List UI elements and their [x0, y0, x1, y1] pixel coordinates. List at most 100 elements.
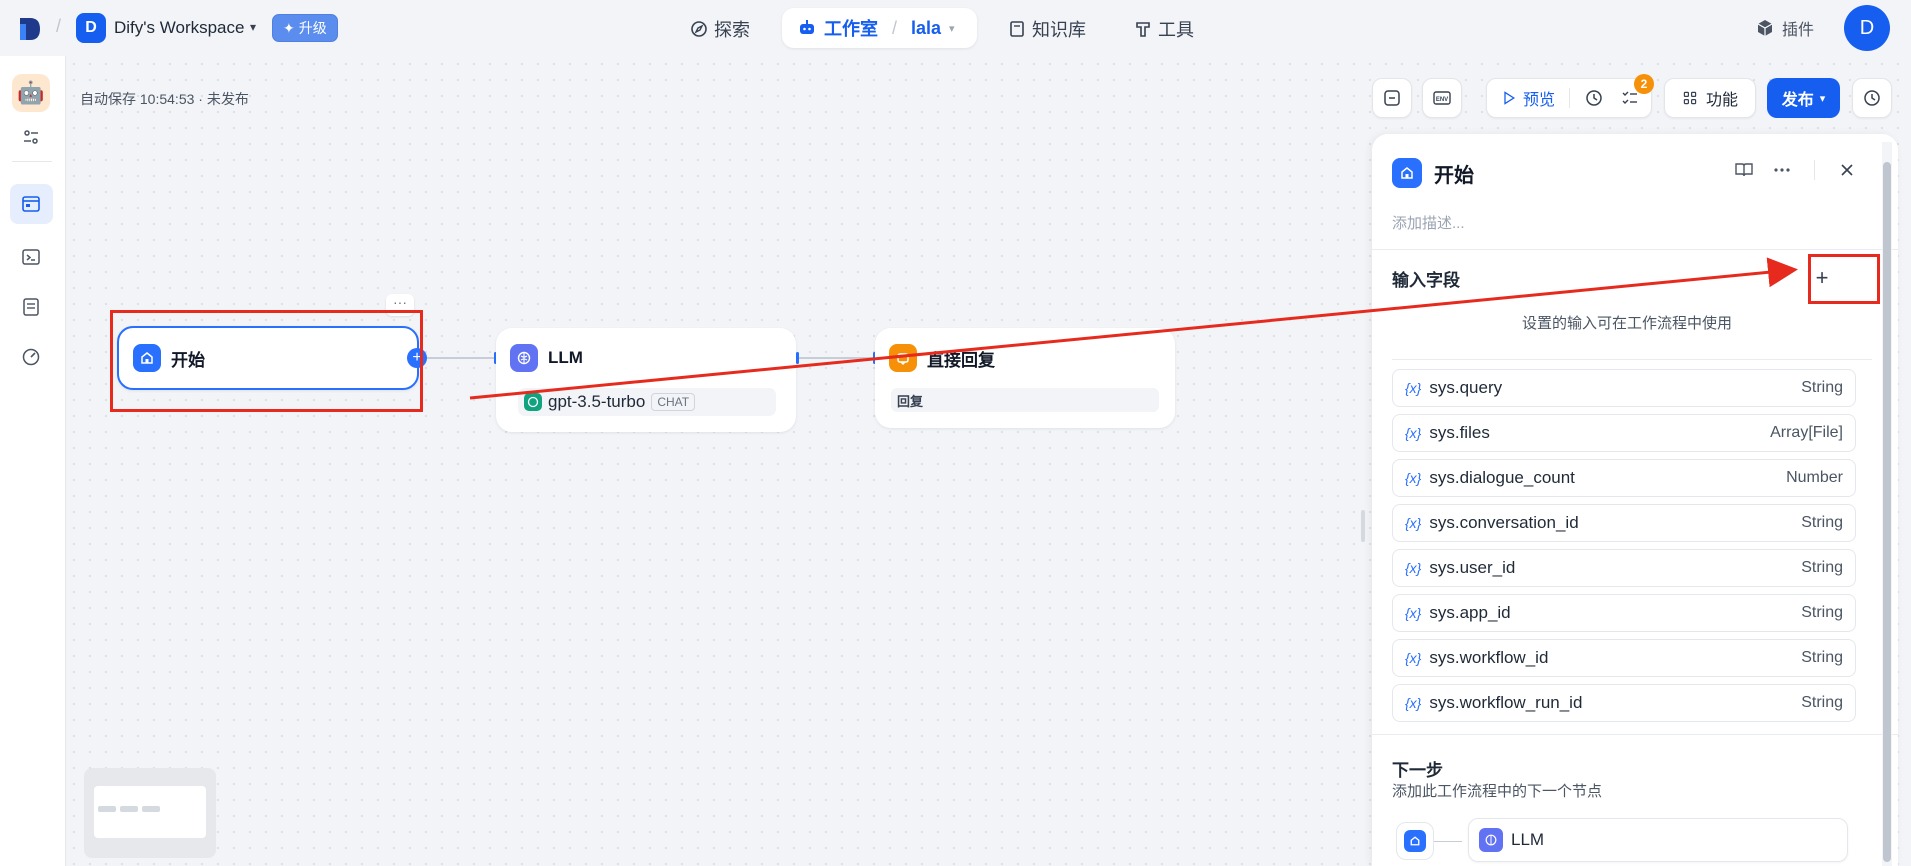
llm-model-selector[interactable]: gpt-3.5-turbo CHAT	[518, 388, 776, 416]
openai-icon	[524, 393, 542, 411]
next-step-connector	[1434, 841, 1462, 842]
plugins-button[interactable]: 插件	[1756, 16, 1814, 40]
minimap-node	[120, 806, 138, 812]
features-button[interactable]: 功能	[1664, 78, 1756, 118]
system-variable-row[interactable]: {x} sys.user_id String	[1392, 549, 1856, 587]
dify-logo-icon[interactable]	[18, 16, 42, 42]
brain-icon	[510, 344, 538, 372]
rail-divider	[12, 161, 52, 162]
variable-name: sys.app_id	[1429, 603, 1511, 622]
robot-icon	[800, 20, 814, 34]
left-sidebar: 🤖	[0, 56, 66, 866]
node-config-panel: 开始 添加描述... 输入字段 设置的输入可在工作流程中使用 {x} sys.qu…	[1372, 134, 1898, 866]
version-history-button[interactable]	[1852, 78, 1892, 118]
note-icon	[1384, 90, 1400, 106]
variable-icon: {x}	[1405, 380, 1422, 396]
llm-output-port[interactable]	[796, 352, 799, 364]
logs-icon[interactable]	[20, 296, 42, 318]
book-icon	[1010, 21, 1024, 37]
system-variable-row[interactable]: {x} sys.conversation_id String	[1392, 504, 1856, 542]
run-history-icon[interactable]	[1584, 88, 1604, 108]
system-variable-row[interactable]: {x} sys.query String	[1392, 369, 1856, 407]
llm-node[interactable]: LLM gpt-3.5-turbo CHAT	[496, 328, 796, 432]
variable-name: sys.files	[1429, 423, 1490, 442]
home-icon	[1392, 158, 1422, 188]
panel-separator	[1372, 734, 1898, 735]
run-toolbar: 预览	[1486, 78, 1652, 118]
nav-knowledge-label: 知识库	[1032, 20, 1086, 40]
features-label: 功能	[1705, 92, 1738, 109]
panel-resize-handle[interactable]	[1361, 510, 1365, 542]
workspace-avatar[interactable]: D	[76, 13, 106, 43]
workspace-name[interactable]: Dify's Workspace	[114, 18, 244, 38]
variable-type: String	[1801, 514, 1843, 531]
scrollbar-thumb[interactable]	[1883, 162, 1891, 862]
next-step-llm-node[interactable]: LLM	[1468, 818, 1848, 862]
minimap[interactable]	[84, 768, 216, 858]
annotation-box-start-node	[110, 310, 423, 412]
system-variable-row[interactable]: {x} sys.workflow_run_id String	[1392, 684, 1856, 722]
env-icon: ENV	[1433, 91, 1451, 105]
chevron-down-icon[interactable]: ▾	[949, 22, 955, 35]
nav-studio-label: 工作室	[824, 19, 878, 39]
next-step-source	[1396, 822, 1434, 860]
terminal-icon[interactable]	[20, 246, 42, 268]
variable-type: String	[1801, 694, 1843, 711]
variable-type: String	[1801, 379, 1843, 396]
workflow-orchestrate-icon[interactable]	[20, 193, 42, 215]
minimap-node	[142, 806, 160, 812]
more-horizontal-icon[interactable]	[1772, 160, 1792, 180]
sliders-icon[interactable]	[20, 126, 42, 148]
chevron-down-icon[interactable]: ▾	[250, 20, 256, 34]
variable-icon: {x}	[1405, 425, 1422, 441]
variable-icon: {x}	[1405, 560, 1422, 576]
variable-name: sys.user_id	[1429, 558, 1516, 577]
panel-separator	[1372, 249, 1898, 250]
system-variable-row[interactable]: {x} sys.app_id String	[1392, 594, 1856, 632]
system-variable-row[interactable]: {x} sys.files Array[File]	[1392, 414, 1856, 452]
panel-separator	[1392, 359, 1872, 360]
gauge-icon[interactable]	[20, 346, 42, 368]
book-open-icon[interactable]	[1734, 160, 1754, 180]
node-description-input[interactable]: 添加描述...	[1392, 212, 1465, 233]
nav-tools[interactable]: 工具	[1134, 10, 1194, 48]
system-variable-row[interactable]: {x} sys.dialogue_count Number	[1392, 459, 1856, 497]
variable-type: String	[1801, 604, 1843, 621]
preview-button[interactable]: 预览	[1523, 86, 1555, 110]
checklist-count-badge: 2	[1634, 74, 1654, 94]
edge-start-llm	[420, 357, 496, 359]
variable-icon: {x}	[1405, 470, 1422, 486]
add-note-button[interactable]	[1372, 78, 1412, 118]
variable-icon: {x}	[1405, 695, 1422, 711]
variable-type: Array[File]	[1770, 424, 1843, 441]
panel-divider	[1814, 160, 1815, 180]
close-icon[interactable]	[1837, 160, 1857, 180]
minimap-viewport	[94, 786, 206, 838]
nav-explore[interactable]: 探索	[690, 10, 750, 48]
home-icon	[1404, 830, 1426, 852]
play-icon[interactable]	[1501, 90, 1517, 106]
answer-node[interactable]: 直接回复 回复	[875, 328, 1175, 428]
upgrade-button[interactable]: ✦ 升级	[272, 14, 338, 42]
user-avatar[interactable]: D	[1844, 5, 1890, 51]
app-selector[interactable]: lala	[911, 18, 941, 39]
panel-title[interactable]: 开始	[1434, 159, 1474, 188]
variable-type: String	[1801, 559, 1843, 576]
env-variables-button[interactable]: ENV	[1422, 78, 1462, 118]
publish-button[interactable]: 发布 ▾	[1767, 78, 1840, 118]
app-icon[interactable]: 🤖	[12, 74, 50, 112]
svg-text:ENV: ENV	[1436, 97, 1448, 103]
upgrade-label: 升级	[298, 20, 327, 36]
variable-name: sys.workflow_id	[1429, 648, 1549, 667]
input-fields-hint: 设置的输入可在工作流程中使用	[1521, 315, 1732, 332]
chevron-down-icon: ▾	[1819, 92, 1826, 105]
compass-icon	[691, 21, 707, 37]
sparkle-icon: ✦	[283, 19, 295, 36]
publish-label: 发布	[1781, 92, 1814, 109]
nav-studio[interactable]: 工作室 / lala ▾	[782, 8, 977, 48]
system-variable-row[interactable]: {x} sys.workflow_id String	[1392, 639, 1856, 677]
next-step-description: 添加此工作流程中的下一个节点	[1392, 783, 1603, 800]
nav-knowledge[interactable]: 知识库	[1008, 10, 1086, 48]
panel-scrollbar[interactable]	[1882, 142, 1892, 866]
variable-name: sys.workflow_run_id	[1429, 693, 1583, 712]
